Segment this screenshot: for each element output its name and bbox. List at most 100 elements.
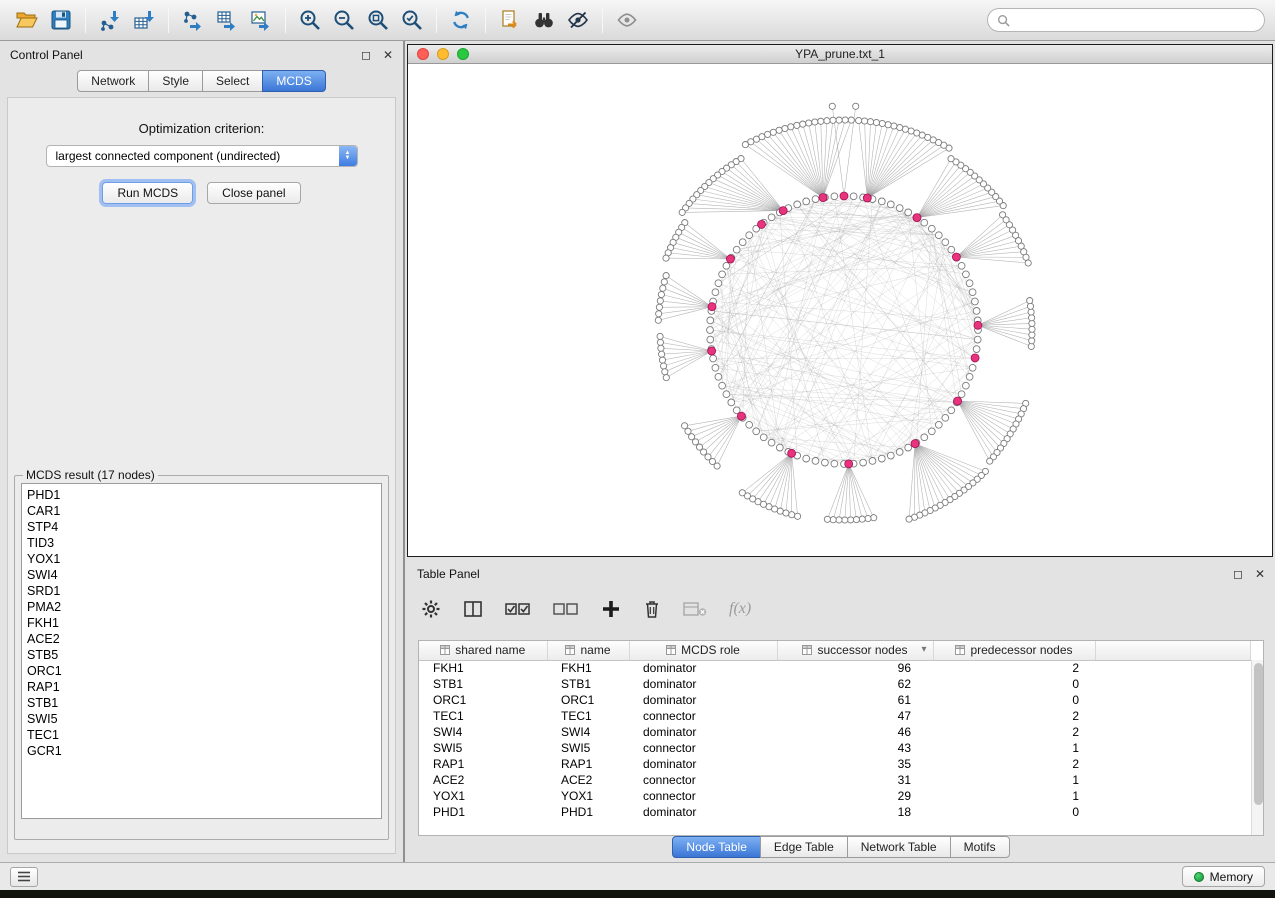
tab-node-table[interactable]: Node Table (672, 836, 761, 858)
search-input[interactable] (1016, 13, 1255, 27)
column-header-successor-nodes[interactable]: successor nodes ▾ (777, 641, 933, 660)
tab-style[interactable]: Style (148, 70, 203, 92)
node-table-cell[interactable]: connector (629, 740, 777, 756)
eye-button[interactable] (610, 4, 644, 36)
node-table-cell[interactable]: TEC1 (547, 708, 629, 724)
close-panel-icon[interactable]: ✕ (383, 49, 393, 61)
table-scrollbar[interactable] (1251, 660, 1263, 835)
node-table-row[interactable]: ORC1ORC1dominator610 (419, 692, 1251, 708)
node-table-cell[interactable]: 1 (933, 740, 1095, 756)
mcds-result-item[interactable]: PMA2 (22, 599, 381, 615)
node-table-cell[interactable]: 46 (777, 724, 933, 740)
tab-edge-table[interactable]: Edge Table (760, 836, 848, 858)
node-table-cell[interactable]: dominator (629, 676, 777, 692)
node-table-cell[interactable]: YOX1 (547, 788, 629, 804)
console-button[interactable] (10, 867, 38, 887)
node-table-cell[interactable]: YOX1 (419, 788, 547, 804)
node-table-cell[interactable]: STB1 (547, 676, 629, 692)
tab-mcds[interactable]: MCDS (262, 70, 325, 92)
node-table-cell[interactable]: ACE2 (419, 772, 547, 788)
node-table-cell[interactable]: 2 (933, 724, 1095, 740)
export-image-button[interactable] (244, 4, 278, 36)
refresh-view-button[interactable] (444, 4, 478, 36)
node-table-row[interactable]: STB1STB1dominator620 (419, 676, 1251, 692)
show-columns-icon[interactable] (463, 599, 483, 619)
node-table-cell[interactable]: dominator (629, 692, 777, 708)
network-view-titlebar[interactable]: YPA_prune.txt_1 (408, 45, 1272, 64)
node-table-cell[interactable]: RAP1 (419, 756, 547, 772)
column-header-predecessor-nodes[interactable]: predecessor nodes (933, 641, 1095, 660)
node-table-row[interactable]: ACE2ACE2connector311 (419, 772, 1251, 788)
select-all-icon[interactable] (505, 599, 531, 619)
node-table-row[interactable]: FKH1FKH1dominator962 (419, 660, 1251, 676)
node-table-cell[interactable]: 0 (933, 692, 1095, 708)
export-table-button[interactable] (210, 4, 244, 36)
mcds-result-item[interactable]: SWI5 (22, 711, 381, 727)
tab-network[interactable]: Network (77, 70, 149, 92)
node-table-cell[interactable]: connector (629, 772, 777, 788)
node-table-cell[interactable]: SWI5 (419, 740, 547, 756)
node-table-row[interactable]: TEC1TEC1connector472 (419, 708, 1251, 724)
mcds-result-item[interactable]: GCR1 (22, 743, 381, 759)
close-panel-button[interactable]: Close panel (207, 182, 300, 204)
mcds-result-item[interactable]: TEC1 (22, 727, 381, 743)
mcds-result-item[interactable]: PHD1 (22, 487, 381, 503)
node-table-cell[interactable]: 43 (777, 740, 933, 756)
node-table-cell[interactable]: 61 (777, 692, 933, 708)
node-table-cell[interactable]: FKH1 (547, 660, 629, 676)
delete-column-trash-icon[interactable] (643, 599, 661, 619)
node-table-cell[interactable]: dominator (629, 724, 777, 740)
unselect-all-icon[interactable] (553, 599, 579, 619)
float-panel-icon[interactable]: ◻ (1233, 568, 1243, 580)
tab-network-table[interactable]: Network Table (847, 836, 951, 858)
tab-motifs[interactable]: Motifs (950, 836, 1010, 858)
import-network-button[interactable] (93, 4, 127, 36)
close-window-icon[interactable] (417, 48, 429, 60)
node-table-cell[interactable]: 1 (933, 772, 1095, 788)
node-table-cell[interactable]: 2 (933, 756, 1095, 772)
node-table-cell[interactable]: dominator (629, 660, 777, 676)
share-document-button[interactable] (493, 4, 527, 36)
add-column-icon[interactable] (601, 599, 621, 619)
mcds-result-list[interactable]: PHD1CAR1STP4TID3YOX1SWI4SRD1PMA2FKH1ACE2… (21, 483, 382, 819)
memory-button[interactable]: Memory (1182, 866, 1265, 887)
save-session-button[interactable] (44, 4, 78, 36)
node-table-cell[interactable]: 2 (933, 660, 1095, 676)
table-settings-gear-icon[interactable] (421, 599, 441, 619)
node-table-cell[interactable]: 47 (777, 708, 933, 724)
toggle-graphics-button[interactable] (561, 4, 595, 36)
node-table-cell[interactable]: 96 (777, 660, 933, 676)
open-session-button[interactable] (10, 4, 44, 36)
sort-descending-icon[interactable]: ▾ (921, 644, 926, 655)
column-header-name[interactable]: name (547, 641, 629, 660)
node-table-cell[interactable]: 62 (777, 676, 933, 692)
node-table-cell[interactable]: 0 (933, 676, 1095, 692)
node-table-cell[interactable]: STB1 (419, 676, 547, 692)
node-table-cell[interactable]: RAP1 (547, 756, 629, 772)
node-table-cell[interactable]: ORC1 (547, 692, 629, 708)
mcds-result-item[interactable]: RAP1 (22, 679, 381, 695)
mcds-result-item[interactable]: SRD1 (22, 583, 381, 599)
node-table-cell[interactable]: 29 (777, 788, 933, 804)
mcds-result-item[interactable]: YOX1 (22, 551, 381, 567)
node-table-cell[interactable]: 1 (933, 788, 1095, 804)
node-table-cell[interactable]: FKH1 (419, 660, 547, 676)
node-table-cell[interactable]: dominator (629, 804, 777, 820)
mcds-result-item[interactable]: FKH1 (22, 615, 381, 631)
optimization-criterion-select[interactable]: largest connected component (undirected)… (46, 145, 358, 167)
zoom-selected-button[interactable] (395, 4, 429, 36)
float-panel-icon[interactable]: ◻ (361, 49, 371, 61)
mcds-result-item[interactable]: STB1 (22, 695, 381, 711)
zoom-fit-button[interactable] (361, 4, 395, 36)
mcds-result-item[interactable]: ACE2 (22, 631, 381, 647)
node-table-row[interactable]: SWI4SWI4dominator462 (419, 724, 1251, 740)
column-header-shared-name[interactable]: shared name (419, 641, 547, 660)
node-table-cell[interactable]: SWI4 (419, 724, 547, 740)
zoom-in-button[interactable] (293, 4, 327, 36)
node-table-cell[interactable]: 18 (777, 804, 933, 820)
zoom-out-button[interactable] (327, 4, 361, 36)
node-table-cell[interactable]: TEC1 (419, 708, 547, 724)
close-panel-icon[interactable]: ✕ (1255, 568, 1265, 580)
node-table-cell[interactable]: 2 (933, 708, 1095, 724)
node-table-cell[interactable]: ORC1 (419, 692, 547, 708)
